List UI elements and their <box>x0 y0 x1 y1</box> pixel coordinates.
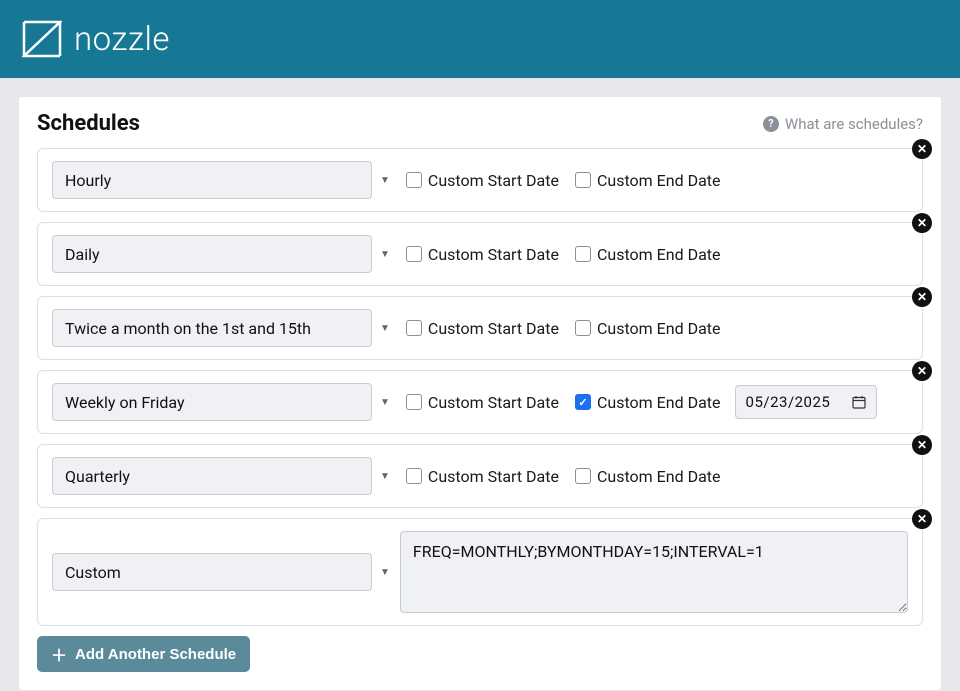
plus-icon: ＋ <box>51 642 67 666</box>
checkbox-icon <box>575 320 591 336</box>
custom-start-checkbox[interactable]: Custom Start Date <box>406 245 559 264</box>
schedule-type-select[interactable]: Custom <box>52 553 372 591</box>
custom-start-label: Custom Start Date <box>428 319 559 338</box>
schedule-type-value: Weekly on Friday <box>65 393 185 412</box>
custom-end-checkbox[interactable]: Custom End Date <box>575 467 721 486</box>
custom-start-label: Custom Start Date <box>428 245 559 264</box>
app-header: nozzle <box>0 0 960 78</box>
panel-title: Schedules <box>37 111 140 136</box>
checkbox-icon <box>575 246 591 262</box>
panel-header: Schedules ? What are schedules? <box>37 111 923 136</box>
checkbox-icon <box>406 320 422 336</box>
help-link[interactable]: ? What are schedules? <box>763 115 923 133</box>
chevron-down-icon[interactable]: ▼ <box>380 397 390 408</box>
end-date-value: 05/23/2025 <box>746 393 831 411</box>
add-schedule-button[interactable]: ＋ Add Another Schedule <box>37 636 250 672</box>
remove-schedule-button[interactable]: ✕ <box>912 139 932 159</box>
rrule-input[interactable] <box>400 531 908 613</box>
remove-schedule-button[interactable]: ✕ <box>912 509 932 529</box>
schedule-type-value: Hourly <box>65 171 111 190</box>
custom-end-checkbox[interactable]: Custom End Date <box>575 319 721 338</box>
custom-end-label: Custom End Date <box>597 467 721 486</box>
schedule-type-value: Quarterly <box>65 467 130 486</box>
checkbox-checked-icon: ✓ <box>575 394 591 410</box>
remove-schedule-button[interactable]: ✕ <box>912 287 932 307</box>
checkbox-icon <box>406 246 422 262</box>
schedule-type-value: Twice a month on the 1st and 15th <box>65 319 311 338</box>
custom-end-label: Custom End Date <box>597 393 721 412</box>
schedule-type-select[interactable]: Daily <box>52 235 372 273</box>
schedule-type-select[interactable]: Hourly <box>52 161 372 199</box>
chevron-down-icon[interactable]: ▼ <box>380 471 390 482</box>
schedule-type-value: Custom <box>65 563 121 582</box>
custom-start-checkbox[interactable]: Custom Start Date <box>406 393 559 412</box>
schedule-type-value: Daily <box>65 245 100 264</box>
remove-schedule-button[interactable]: ✕ <box>912 213 932 233</box>
add-schedule-label: Add Another Schedule <box>75 646 236 663</box>
schedule-row: ✕ Weekly on Friday ▼ Custom Start Date ✓… <box>37 370 923 434</box>
custom-end-checkbox[interactable]: Custom End Date <box>575 171 721 190</box>
custom-start-label: Custom Start Date <box>428 467 559 486</box>
end-date-input[interactable]: 05/23/2025 <box>735 385 878 419</box>
checkbox-icon <box>406 394 422 410</box>
custom-end-checkbox[interactable]: Custom End Date <box>575 245 721 264</box>
chevron-down-icon[interactable]: ▼ <box>380 175 390 186</box>
schedule-row: ✕ Hourly ▼ Custom Start Date Custom End … <box>37 148 923 212</box>
schedule-type-select[interactable]: Weekly on Friday <box>52 383 372 421</box>
chevron-down-icon[interactable]: ▼ <box>380 249 390 260</box>
custom-end-label: Custom End Date <box>597 319 721 338</box>
schedule-row: ✕ Daily ▼ Custom Start Date Custom End D… <box>37 222 923 286</box>
remove-schedule-button[interactable]: ✕ <box>912 435 932 455</box>
remove-schedule-button[interactable]: ✕ <box>912 361 932 381</box>
checkbox-icon <box>406 172 422 188</box>
checkbox-icon <box>575 468 591 484</box>
help-text: What are schedules? <box>785 115 923 133</box>
custom-end-label: Custom End Date <box>597 245 721 264</box>
chevron-down-icon[interactable]: ▼ <box>380 567 390 578</box>
brand-name: nozzle <box>74 20 170 59</box>
checkbox-icon <box>575 172 591 188</box>
schedule-row: ✕ Quarterly ▼ Custom Start Date Custom E… <box>37 444 923 508</box>
custom-start-checkbox[interactable]: Custom Start Date <box>406 467 559 486</box>
schedule-type-select[interactable]: Quarterly <box>52 457 372 495</box>
brand-logo: nozzle <box>22 20 170 59</box>
schedules-panel: Schedules ? What are schedules? ✕ Hourly… <box>18 96 942 691</box>
custom-start-label: Custom Start Date <box>428 171 559 190</box>
schedule-row: ✕ Custom ▼ <box>37 518 923 626</box>
custom-start-label: Custom Start Date <box>428 393 559 412</box>
question-icon: ? <box>763 116 779 132</box>
nozzle-icon <box>22 20 62 58</box>
calendar-icon <box>852 395 866 409</box>
checkbox-icon <box>406 468 422 484</box>
custom-start-checkbox[interactable]: Custom Start Date <box>406 171 559 190</box>
schedule-type-select[interactable]: Twice a month on the 1st and 15th <box>52 309 372 347</box>
custom-end-label: Custom End Date <box>597 171 721 190</box>
custom-start-checkbox[interactable]: Custom Start Date <box>406 319 559 338</box>
chevron-down-icon[interactable]: ▼ <box>380 323 390 334</box>
custom-end-checkbox[interactable]: ✓ Custom End Date <box>575 393 721 412</box>
schedule-row: ✕ Twice a month on the 1st and 15th ▼ Cu… <box>37 296 923 360</box>
